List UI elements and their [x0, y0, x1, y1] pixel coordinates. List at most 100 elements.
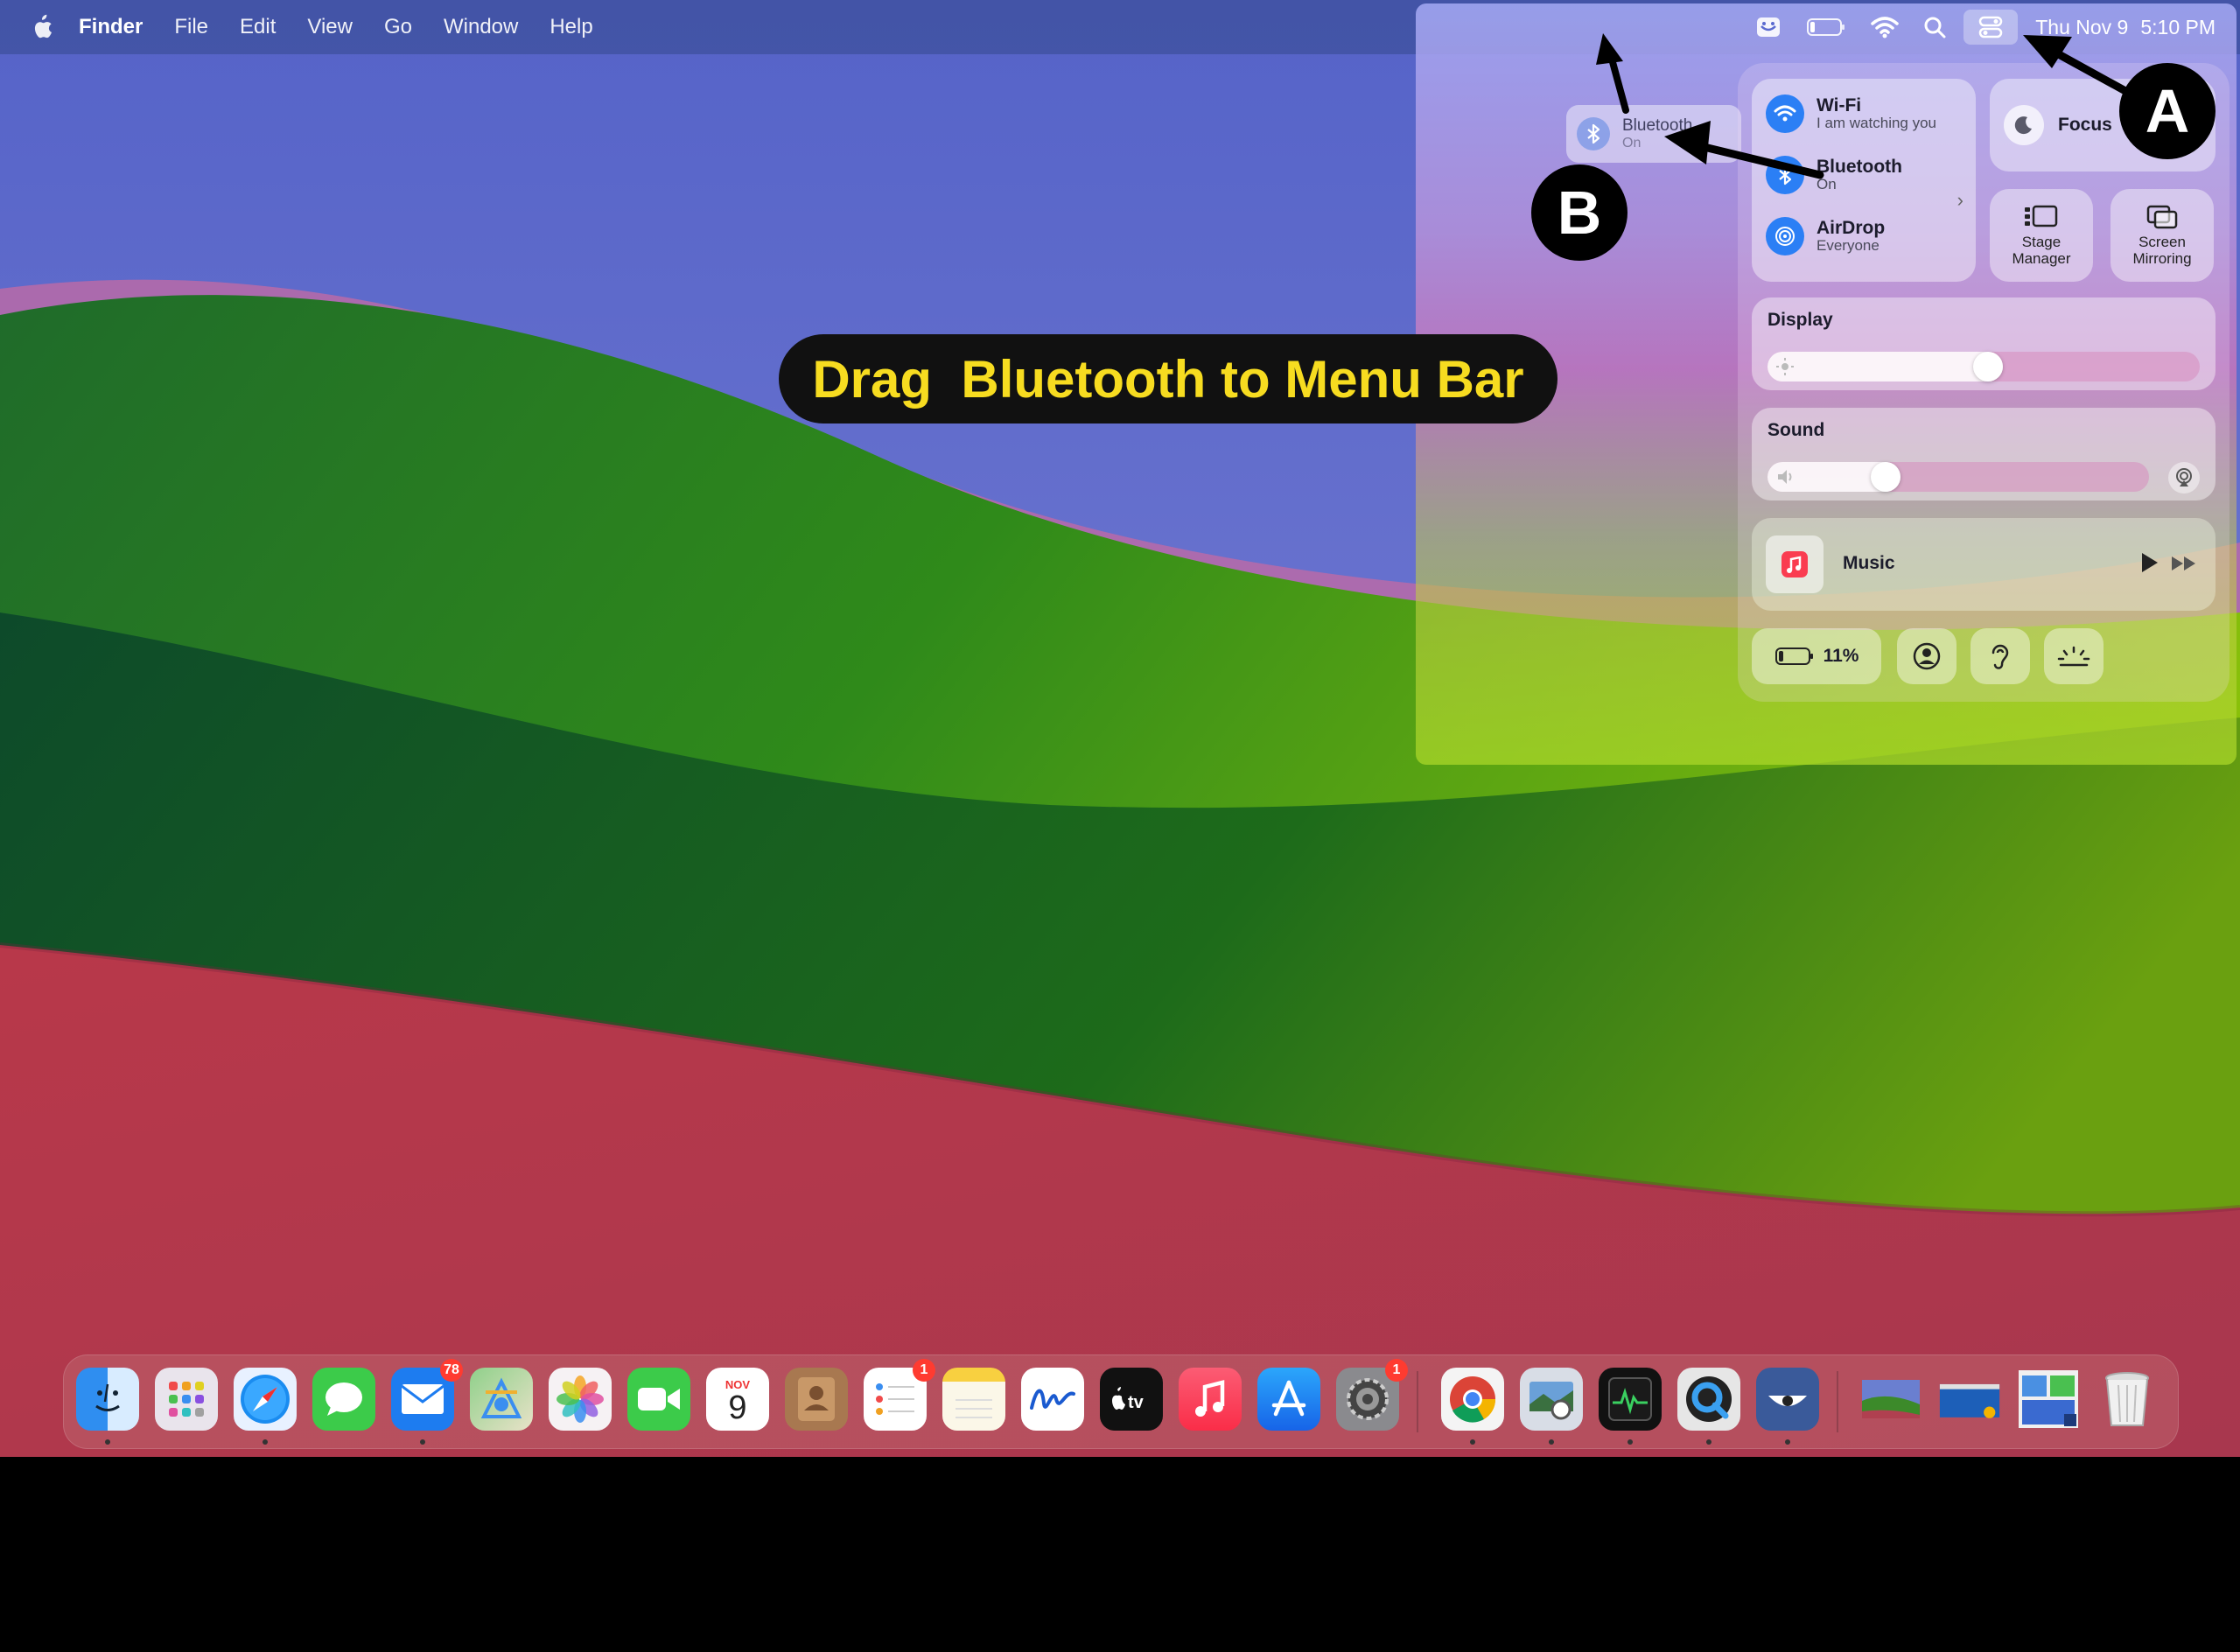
battery-icon [1774, 648, 1813, 665]
focus-label: Focus [2058, 115, 2112, 135]
menu-edit[interactable]: Edit [240, 15, 276, 39]
gear-icon [1347, 1378, 1389, 1420]
clock-time: 5:10 PM [2140, 15, 2216, 38]
instruction-banner: Drag Bluetooth to Menu Bar [779, 334, 1558, 424]
dock-launchpad[interactable] [155, 1368, 218, 1431]
dock-trash[interactable] [2096, 1368, 2159, 1431]
fast-forward-icon[interactable] [2170, 555, 2198, 577]
dock-running-dot [262, 1439, 268, 1445]
dock-running-dot [420, 1439, 425, 1445]
dock-music[interactable] [1179, 1368, 1242, 1431]
airdrop-toggle-icon[interactable] [1766, 217, 1804, 256]
music-app-icon [1766, 536, 1824, 593]
hearing-button[interactable] [1970, 628, 2030, 684]
menu-bar-clock[interactable]: Thu Nov 9 5:10 PM [2035, 16, 2216, 39]
sound-title: Sound [1768, 420, 1825, 440]
bluetooth-row[interactable]: Bluetooth On [1766, 156, 1902, 194]
dock-separator [1417, 1371, 1418, 1432]
dock-running-dot [1549, 1439, 1554, 1445]
volume-slider-knob[interactable] [1871, 462, 1901, 492]
wifi-row[interactable]: Wi-Fi I am watching you [1766, 94, 1936, 133]
annotation-badge-a: A [2119, 63, 2216, 159]
dock-recent-screenshot-3[interactable] [2017, 1368, 2080, 1431]
dock-chrome[interactable] [1441, 1368, 1504, 1445]
dock-facetime[interactable] [627, 1368, 690, 1431]
dock-maps[interactable] [470, 1368, 533, 1431]
search-icon[interactable] [1923, 10, 1946, 45]
freeform-scribble-icon [1030, 1389, 1075, 1410]
bluetooth-drag-preview[interactable]: Bluetooth On [1566, 105, 1741, 163]
now-playing-card[interactable]: Music [1752, 518, 2216, 611]
speaker-icon [1776, 468, 1796, 490]
airdrop-status: Everyone [1816, 237, 1880, 255]
airdrop-row[interactable]: AirDrop Everyone [1766, 217, 1885, 256]
brightness-slider-fill [1768, 352, 2003, 382]
display-title: Display [1768, 310, 1833, 330]
dock-running-dot [105, 1439, 110, 1445]
apple-logo-icon[interactable] [26, 12, 56, 42]
play-icon[interactable] [2138, 551, 2160, 578]
dock-screen-sharing[interactable] [1756, 1368, 1819, 1445]
music-note-icon [1195, 1380, 1225, 1417]
battery-module[interactable]: 11% [1752, 628, 1881, 684]
dock-apple-tv[interactable]: tv [1100, 1368, 1163, 1431]
screen-share-icon[interactable] [1755, 10, 1782, 45]
dock-contacts[interactable] [785, 1368, 848, 1431]
menu-file[interactable]: File [174, 15, 208, 39]
dock-running-dot [1706, 1439, 1712, 1445]
trash-icon [2105, 1372, 2149, 1426]
screen-mirroring-label-1: Screen [2138, 234, 2186, 251]
bluetooth-status: On [1816, 176, 1837, 193]
stage-manager-button[interactable]: Stage Manager [1990, 189, 2093, 282]
airdrop-title: AirDrop [1816, 218, 1886, 239]
screenshot-thumbnail-icon [1939, 1383, 2000, 1418]
dock-safari[interactable] [234, 1368, 297, 1445]
airplay-audio-icon[interactable] [2168, 462, 2200, 494]
menu-app-name[interactable]: Finder [79, 15, 143, 39]
dock-quicktime[interactable] [1677, 1368, 1740, 1445]
brightness-slider[interactable] [1768, 352, 2200, 382]
letterbox-bottom [0, 1457, 2240, 1652]
calendar-day: 9 [728, 1389, 747, 1426]
screen-mirroring-button[interactable]: Screen Mirroring [2110, 189, 2214, 282]
keyboard-brightness-button[interactable] [2044, 628, 2104, 684]
user-circle-icon [1913, 642, 1941, 670]
dock-app-store[interactable] [1257, 1368, 1320, 1431]
annotation-badge-b: B [1531, 164, 1628, 261]
dock-finder[interactable] [76, 1368, 139, 1445]
dock-system-settings[interactable]: 1 [1336, 1359, 1408, 1431]
drag-preview-subtitle: On [1622, 135, 1642, 150]
dock-calendar[interactable]: NOV 9 [706, 1368, 769, 1431]
dock-recent-screenshot-1[interactable] [1859, 1368, 1922, 1431]
sun-icon [1776, 358, 1794, 380]
dock-reminders[interactable]: 1 [864, 1359, 935, 1431]
menu-help[interactable]: Help [550, 15, 592, 39]
brightness-slider-knob[interactable] [1972, 352, 2003, 382]
reminders-list-icon [876, 1383, 914, 1415]
dock-recent-screenshot-2[interactable] [1938, 1368, 2001, 1431]
finder-face-icon [95, 1383, 120, 1411]
dock-freeform[interactable] [1021, 1368, 1084, 1431]
chevron-right-icon[interactable]: › [1957, 189, 1964, 212]
dock-mail[interactable]: 78 [391, 1359, 463, 1445]
volume-slider[interactable] [1768, 462, 2149, 492]
dock-notes[interactable] [942, 1368, 1005, 1431]
battery-icon[interactable] [1806, 10, 1846, 45]
settings-badge: 1 [1385, 1359, 1408, 1382]
menu-view[interactable]: View [307, 15, 353, 39]
user-switch-button[interactable] [1897, 628, 1956, 684]
dock-activity-monitor[interactable] [1599, 1368, 1662, 1445]
wifi-icon[interactable] [1871, 10, 1899, 45]
chrome-logo-icon [1450, 1376, 1496, 1423]
bluetooth-toggle-icon[interactable] [1766, 156, 1804, 194]
menu-window[interactable]: Window [444, 15, 518, 39]
menu-go[interactable]: Go [384, 15, 412, 39]
dock-photos[interactable] [549, 1368, 612, 1431]
control-center-icon[interactable] [1964, 10, 2019, 45]
mail-unread-badge: 78 [440, 1359, 463, 1382]
dock-messages[interactable] [312, 1368, 375, 1431]
contacts-person-icon [798, 1377, 835, 1421]
wifi-toggle-icon[interactable] [1766, 94, 1804, 133]
music-title: Music [1843, 553, 1895, 573]
dock-preview[interactable] [1520, 1368, 1583, 1445]
